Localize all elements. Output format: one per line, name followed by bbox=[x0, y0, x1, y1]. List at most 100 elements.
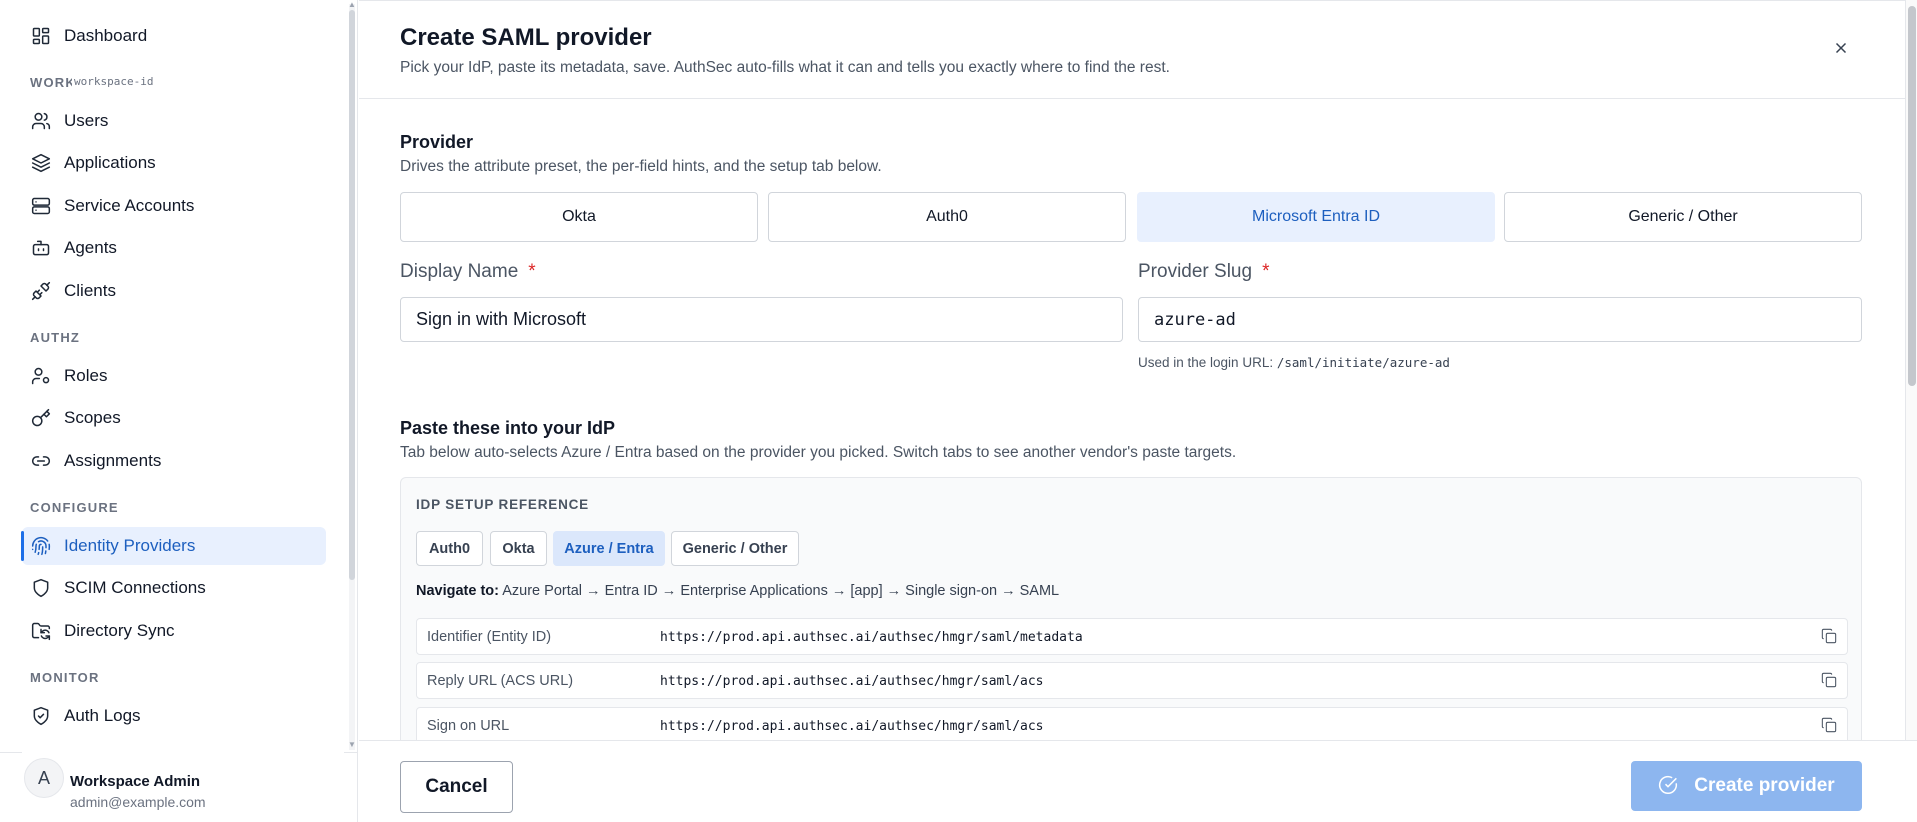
provider-slug-label: Provider Slug * bbox=[1138, 261, 1269, 283]
navigate-to-value: Azure Portal → Entra ID → Enterprise App… bbox=[502, 583, 1060, 599]
sidebar-item-label: Auth Logs bbox=[64, 706, 141, 725]
sidebar-item-identity-providers[interactable]: Identity Providers bbox=[21, 527, 326, 565]
server-icon bbox=[30, 195, 52, 217]
user-email: admin@example.com bbox=[70, 794, 206, 810]
reference-row-acs-url: Reply URL (ACS URL) https://prod.api.aut… bbox=[416, 662, 1848, 699]
provider-section-title: Provider bbox=[400, 132, 474, 152]
create-provider-button[interactable]: Create provider bbox=[1631, 761, 1862, 811]
provider-slug-value: azure-ad bbox=[1154, 309, 1236, 330]
provider-section-description: Drives the attribute preset, the per-fie… bbox=[400, 158, 882, 175]
shield-check-icon bbox=[30, 705, 52, 727]
user-menu[interactable]: A Workspace Admin admin@example.com bbox=[22, 752, 344, 814]
sidebar-item-dashboard[interactable]: Dashboard bbox=[22, 17, 326, 55]
sidebar-item-label: Roles bbox=[64, 366, 108, 385]
reference-row-key: Identifier (Entity ID) bbox=[427, 629, 552, 645]
tab-auth0[interactable]: Auth0 bbox=[416, 531, 483, 566]
sidebar-item-agents[interactable]: Agents bbox=[22, 229, 326, 267]
hint-text: Used in the login URL: bbox=[1138, 355, 1274, 370]
display-name-label-text: Display Name bbox=[400, 261, 519, 282]
avatar: A bbox=[24, 758, 64, 798]
sidebar: Dashboard WORKSPACE workspace-id Users A… bbox=[0, 0, 358, 822]
reference-row-value: https://prod.api.authsec.ai/authsec/hmgr… bbox=[660, 630, 1083, 645]
provider-slug-label-text: Provider Slug bbox=[1138, 261, 1253, 282]
reference-row-key: Reply URL (ACS URL) bbox=[427, 673, 574, 689]
sidebar-item-roles[interactable]: Roles bbox=[22, 357, 326, 395]
provider-option-okta[interactable]: Okta bbox=[400, 192, 758, 242]
scroll-up-icon[interactable]: ▲ bbox=[348, 0, 356, 9]
users-icon bbox=[30, 110, 52, 132]
provider-option-microsoft-entra-id[interactable]: Microsoft Entra ID bbox=[1137, 192, 1495, 242]
sidebar-item-directory-sync[interactable]: Directory Sync bbox=[22, 612, 326, 650]
sidebar-nav: Dashboard WORKSPACE workspace-id Users A… bbox=[0, 0, 346, 750]
section-label-monitor: MONITOR bbox=[30, 670, 100, 685]
reference-row-entity-id: Identifier (Entity ID) https://prod.api.… bbox=[416, 618, 1848, 655]
paste-section-description: Tab below auto-selects Azure / Entra bas… bbox=[400, 444, 1237, 461]
sidebar-item-service-accounts[interactable]: Service Accounts bbox=[22, 187, 326, 225]
section-label-configure: CONFIGURE bbox=[30, 500, 119, 515]
scrollbar-thumb[interactable] bbox=[349, 10, 355, 580]
folder-sync-icon bbox=[30, 620, 52, 642]
user-cog-icon bbox=[30, 365, 52, 387]
dialog-footer: Cancel Create provider bbox=[359, 740, 1917, 822]
shield-icon bbox=[30, 577, 52, 599]
dialog-scrollbar[interactable] bbox=[1905, 0, 1917, 740]
link-icon bbox=[30, 450, 52, 472]
create-saml-provider-dialog: Create SAML provider Pick your IdP, past… bbox=[359, 0, 1917, 822]
fingerprint-icon bbox=[30, 535, 52, 557]
layers-icon bbox=[30, 152, 52, 174]
sidebar-item-clients[interactable]: Clients bbox=[22, 272, 326, 310]
key-icon bbox=[30, 407, 52, 429]
provider-slug-hint: Used in the login URL: /saml/initiate/az… bbox=[1138, 355, 1450, 370]
divider bbox=[359, 98, 1917, 99]
reference-row-sign-on-url: Sign on URL https://prod.api.authsec.ai/… bbox=[416, 707, 1848, 744]
dashboard-icon bbox=[30, 25, 52, 47]
display-name-input[interactable]: Sign in with Microsoft bbox=[400, 297, 1123, 342]
copy-icon[interactable] bbox=[1821, 628, 1839, 646]
required-marker: * bbox=[1262, 261, 1270, 282]
sidebar-item-label: Users bbox=[64, 111, 109, 130]
idp-setup-reference-title: IDP SETUP REFERENCE bbox=[416, 497, 589, 512]
copy-icon[interactable] bbox=[1821, 672, 1839, 690]
close-button[interactable] bbox=[1829, 38, 1853, 62]
display-name-value: Sign in with Microsoft bbox=[416, 309, 587, 329]
sidebar-item-label: Scopes bbox=[64, 408, 121, 427]
navigate-to-path: Navigate to: Azure Portal → Entra ID → E… bbox=[416, 583, 1059, 599]
check-circle-icon bbox=[1658, 775, 1680, 797]
provider-slug-input[interactable]: azure-ad bbox=[1138, 297, 1862, 342]
sidebar-item-label: Dashboard bbox=[64, 26, 148, 45]
sidebar-item-auth-logs[interactable]: Auth Logs bbox=[22, 697, 326, 735]
sidebar-item-label: Applications bbox=[64, 153, 156, 172]
tab-azure-entra[interactable]: Azure / Entra bbox=[553, 531, 665, 566]
required-marker: * bbox=[528, 261, 536, 282]
section-label-authz: AUTHZ bbox=[30, 330, 81, 345]
provider-option-auth0[interactable]: Auth0 bbox=[768, 192, 1126, 242]
tab-generic-other[interactable]: Generic / Other bbox=[671, 531, 799, 566]
sidebar-scrollbar[interactable]: ▲ ▼ bbox=[348, 0, 356, 750]
scroll-down-icon[interactable]: ▼ bbox=[348, 740, 356, 749]
create-provider-label: Create provider bbox=[1694, 775, 1835, 796]
sidebar-item-label: Directory Sync bbox=[64, 621, 175, 640]
paste-section-title: Paste these into your IdP bbox=[400, 418, 616, 438]
sidebar-item-label: Service Accounts bbox=[64, 196, 195, 215]
reference-row-value: https://prod.api.authsec.ai/authsec/hmgr… bbox=[660, 674, 1044, 689]
user-name: Workspace Admin bbox=[70, 773, 201, 790]
hint-login-path: /saml/initiate/azure-ad bbox=[1276, 355, 1450, 370]
plug-icon bbox=[30, 280, 52, 302]
divider bbox=[359, 0, 1917, 1]
sidebar-item-label: SCIM Connections bbox=[64, 578, 206, 597]
sidebar-item-scopes[interactable]: Scopes bbox=[22, 399, 326, 437]
reference-row-value: https://prod.api.authsec.ai/authsec/hmgr… bbox=[660, 719, 1044, 734]
sidebar-item-users[interactable]: Users bbox=[22, 102, 326, 140]
dialog-subtitle: Pick your IdP, paste its metadata, save.… bbox=[400, 59, 1170, 76]
tab-okta[interactable]: Okta bbox=[490, 531, 547, 566]
sidebar-item-label: Assignments bbox=[64, 451, 162, 470]
scrollbar-thumb[interactable] bbox=[1908, 6, 1916, 386]
cancel-button[interactable]: Cancel bbox=[400, 761, 513, 813]
display-name-label: Display Name * bbox=[400, 261, 536, 283]
close-icon bbox=[1832, 39, 1850, 62]
sidebar-item-assignments[interactable]: Assignments bbox=[22, 442, 326, 480]
sidebar-item-scim-connections[interactable]: SCIM Connections bbox=[22, 569, 326, 607]
sidebar-item-applications[interactable]: Applications bbox=[22, 144, 326, 182]
provider-option-generic-other[interactable]: Generic / Other bbox=[1504, 192, 1862, 242]
copy-icon[interactable] bbox=[1821, 717, 1839, 735]
